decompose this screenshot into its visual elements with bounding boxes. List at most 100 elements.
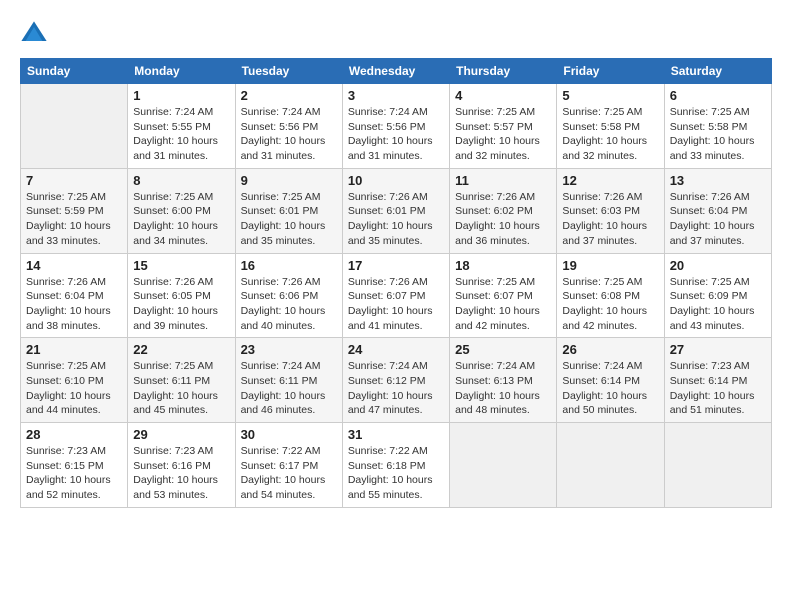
calendar-week-row: 21 Sunrise: 7:25 AM Sunset: 6:10 PM Dayli…	[21, 338, 772, 423]
calendar-cell: 11Sunrise: 7:26 AM Sunset: 6:02 PM Dayli…	[450, 168, 557, 253]
day-info: Sunrise: 7:25 AM Sunset: 6:09 PM Dayligh…	[670, 275, 766, 334]
day-info: Sunrise: 7:25 AM Sunset: 6:00 PM Dayligh…	[133, 190, 229, 249]
day-info: Sunrise: 7:24 AM Sunset: 6:14 PM Dayligh…	[562, 359, 658, 418]
calendar-cell: 1 Sunrise: 7:24 AM Sunset: 5:55 PM Daylig…	[128, 84, 235, 169]
day-number: 22	[133, 342, 229, 357]
calendar-cell: 24 Sunrise: 7:24 AM Sunset: 6:12 PM Dayli…	[342, 338, 449, 423]
calendar-cell	[664, 423, 771, 508]
weekday-header-monday: Monday	[128, 59, 235, 84]
calendar-cell	[21, 84, 128, 169]
calendar-cell: 18Sunrise: 7:25 AM Sunset: 6:07 PM Dayli…	[450, 253, 557, 338]
calendar-cell: 8Sunrise: 7:25 AM Sunset: 6:00 PM Daylig…	[128, 168, 235, 253]
day-number: 10	[348, 173, 444, 188]
weekday-header-wednesday: Wednesday	[342, 59, 449, 84]
day-number: 4	[455, 88, 551, 103]
calendar-cell: 15 Sunrise: 7:26 AM Sunset: 6:05 PM Dayli…	[128, 253, 235, 338]
day-number: 12	[562, 173, 658, 188]
day-info: Sunrise: 7:26 AM Sunset: 6:06 PM Dayligh…	[241, 275, 337, 334]
day-info: Sunrise: 7:26 AM Sunset: 6:02 PM Dayligh…	[455, 190, 551, 249]
day-number: 27	[670, 342, 766, 357]
calendar-cell: 12 Sunrise: 7:26 AM Sunset: 6:03 PM Dayli…	[557, 168, 664, 253]
weekday-header-saturday: Saturday	[664, 59, 771, 84]
day-info: Sunrise: 7:26 AM Sunset: 6:07 PM Dayligh…	[348, 275, 444, 334]
day-info: Sunrise: 7:24 AM Sunset: 6:12 PM Dayligh…	[348, 359, 444, 418]
day-number: 30	[241, 427, 337, 442]
day-number: 24	[348, 342, 444, 357]
calendar-week-row: 14 Sunrise: 7:26 AM Sunset: 6:04 PM Dayli…	[21, 253, 772, 338]
calendar-cell: 2Sunrise: 7:24 AM Sunset: 5:56 PM Daylig…	[235, 84, 342, 169]
day-info: Sunrise: 7:24 AM Sunset: 5:55 PM Dayligh…	[133, 105, 229, 164]
day-number: 15	[133, 258, 229, 273]
calendar-cell: 6 Sunrise: 7:25 AM Sunset: 5:58 PM Daylig…	[664, 84, 771, 169]
calendar-cell: 20 Sunrise: 7:25 AM Sunset: 6:09 PM Dayli…	[664, 253, 771, 338]
day-number: 9	[241, 173, 337, 188]
day-number: 29	[133, 427, 229, 442]
weekday-header-friday: Friday	[557, 59, 664, 84]
day-info: Sunrise: 7:24 AM Sunset: 6:11 PM Dayligh…	[241, 359, 337, 418]
calendar-cell: 28 Sunrise: 7:23 AM Sunset: 6:15 PM Dayli…	[21, 423, 128, 508]
day-number: 13	[670, 173, 766, 188]
calendar-cell: 3 Sunrise: 7:24 AM Sunset: 5:56 PM Daylig…	[342, 84, 449, 169]
calendar-cell: 23 Sunrise: 7:24 AM Sunset: 6:11 PM Dayli…	[235, 338, 342, 423]
calendar-cell: 5Sunrise: 7:25 AM Sunset: 5:58 PM Daylig…	[557, 84, 664, 169]
day-number: 6	[670, 88, 766, 103]
day-info: Sunrise: 7:25 AM Sunset: 6:10 PM Dayligh…	[26, 359, 122, 418]
day-info: Sunrise: 7:22 AM Sunset: 6:17 PM Dayligh…	[241, 444, 337, 503]
day-info: Sunrise: 7:25 AM Sunset: 6:01 PM Dayligh…	[241, 190, 337, 249]
calendar-cell	[557, 423, 664, 508]
day-number: 1	[133, 88, 229, 103]
calendar-week-row: 7Sunrise: 7:25 AM Sunset: 5:59 PM Daylig…	[21, 168, 772, 253]
logo	[20, 20, 52, 48]
calendar-cell: 27 Sunrise: 7:23 AM Sunset: 6:14 PM Dayli…	[664, 338, 771, 423]
day-info: Sunrise: 7:25 AM Sunset: 5:58 PM Dayligh…	[670, 105, 766, 164]
day-info: Sunrise: 7:26 AM Sunset: 6:04 PM Dayligh…	[26, 275, 122, 334]
day-info: Sunrise: 7:25 AM Sunset: 6:08 PM Dayligh…	[562, 275, 658, 334]
day-info: Sunrise: 7:23 AM Sunset: 6:14 PM Dayligh…	[670, 359, 766, 418]
calendar-cell: 16 Sunrise: 7:26 AM Sunset: 6:06 PM Dayli…	[235, 253, 342, 338]
day-info: Sunrise: 7:24 AM Sunset: 6:13 PM Dayligh…	[455, 359, 551, 418]
day-info: Sunrise: 7:24 AM Sunset: 5:56 PM Dayligh…	[241, 105, 337, 164]
calendar-cell: 26 Sunrise: 7:24 AM Sunset: 6:14 PM Dayli…	[557, 338, 664, 423]
calendar-cell: 29 Sunrise: 7:23 AM Sunset: 6:16 PM Dayli…	[128, 423, 235, 508]
day-number: 16	[241, 258, 337, 273]
day-number: 23	[241, 342, 337, 357]
weekday-header-sunday: Sunday	[21, 59, 128, 84]
day-info: Sunrise: 7:25 AM Sunset: 6:07 PM Dayligh…	[455, 275, 551, 334]
day-info: Sunrise: 7:26 AM Sunset: 6:04 PM Dayligh…	[670, 190, 766, 249]
day-info: Sunrise: 7:23 AM Sunset: 6:15 PM Dayligh…	[26, 444, 122, 503]
day-info: Sunrise: 7:25 AM Sunset: 6:11 PM Dayligh…	[133, 359, 229, 418]
day-number: 26	[562, 342, 658, 357]
day-info: Sunrise: 7:26 AM Sunset: 6:05 PM Dayligh…	[133, 275, 229, 334]
day-number: 14	[26, 258, 122, 273]
calendar-cell: 22 Sunrise: 7:25 AM Sunset: 6:11 PM Dayli…	[128, 338, 235, 423]
calendar-cell: 30 Sunrise: 7:22 AM Sunset: 6:17 PM Dayli…	[235, 423, 342, 508]
day-number: 31	[348, 427, 444, 442]
calendar-cell: 19Sunrise: 7:25 AM Sunset: 6:08 PM Dayli…	[557, 253, 664, 338]
weekday-header-row: SundayMondayTuesdayWednesdayThursdayFrid…	[21, 59, 772, 84]
weekday-header-thursday: Thursday	[450, 59, 557, 84]
calendar-week-row: 1 Sunrise: 7:24 AM Sunset: 5:55 PM Daylig…	[21, 84, 772, 169]
calendar-cell: 31Sunrise: 7:22 AM Sunset: 6:18 PM Dayli…	[342, 423, 449, 508]
day-info: Sunrise: 7:25 AM Sunset: 5:57 PM Dayligh…	[455, 105, 551, 164]
calendar-cell	[450, 423, 557, 508]
day-number: 3	[348, 88, 444, 103]
logo-icon	[20, 20, 48, 48]
day-number: 5	[562, 88, 658, 103]
day-info: Sunrise: 7:26 AM Sunset: 6:01 PM Dayligh…	[348, 190, 444, 249]
calendar-cell: 14 Sunrise: 7:26 AM Sunset: 6:04 PM Dayli…	[21, 253, 128, 338]
day-info: Sunrise: 7:24 AM Sunset: 5:56 PM Dayligh…	[348, 105, 444, 164]
calendar-cell: 10 Sunrise: 7:26 AM Sunset: 6:01 PM Dayli…	[342, 168, 449, 253]
day-info: Sunrise: 7:26 AM Sunset: 6:03 PM Dayligh…	[562, 190, 658, 249]
calendar-table: SundayMondayTuesdayWednesdayThursdayFrid…	[20, 58, 772, 508]
calendar-cell: 17 Sunrise: 7:26 AM Sunset: 6:07 PM Dayli…	[342, 253, 449, 338]
day-number: 28	[26, 427, 122, 442]
day-number: 7	[26, 173, 122, 188]
day-number: 21	[26, 342, 122, 357]
day-number: 20	[670, 258, 766, 273]
day-number: 17	[348, 258, 444, 273]
calendar-cell: 4 Sunrise: 7:25 AM Sunset: 5:57 PM Daylig…	[450, 84, 557, 169]
calendar-cell: 25Sunrise: 7:24 AM Sunset: 6:13 PM Dayli…	[450, 338, 557, 423]
day-info: Sunrise: 7:23 AM Sunset: 6:16 PM Dayligh…	[133, 444, 229, 503]
page-header	[20, 20, 772, 48]
calendar-cell: 13 Sunrise: 7:26 AM Sunset: 6:04 PM Dayli…	[664, 168, 771, 253]
